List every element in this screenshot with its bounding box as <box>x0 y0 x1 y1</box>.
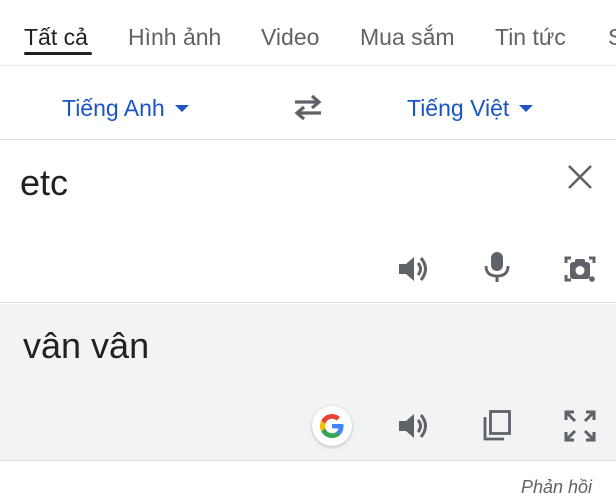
source-text-input[interactable]: etc <box>20 161 68 205</box>
language-selector-row: Tiếng Anh Tiếng Việt <box>0 70 616 140</box>
tab-shopping[interactable]: Mua sắm <box>360 22 455 52</box>
source-language-label: Tiếng Anh <box>62 95 165 121</box>
translation-result-text: vân vân <box>23 325 150 366</box>
tab-all[interactable]: Tất cả <box>24 22 88 52</box>
swap-arrows-icon[interactable] <box>291 92 325 122</box>
search-tabs: Tất cả Hình ảnh Video Mua sắm Tin tức S <box>0 0 616 66</box>
source-language-select[interactable]: Tiếng Anh <box>62 94 189 122</box>
source-text-panel: etc <box>0 141 616 303</box>
translation-result-panel: vân vân <box>0 304 616 461</box>
microphone-icon[interactable] <box>479 249 515 285</box>
copy-icon[interactable] <box>479 407 515 443</box>
translate-card: Tất cả Hình ảnh Video Mua sắm Tin tức S … <box>0 0 616 500</box>
feedback-link[interactable]: Phản hồi <box>521 476 592 498</box>
active-tab-underline <box>24 52 92 55</box>
chevron-down-icon <box>174 105 189 113</box>
chevron-down-icon <box>519 105 534 113</box>
google-logo-icon <box>312 406 352 446</box>
tab-images[interactable]: Hình ảnh <box>128 22 221 52</box>
tab-more-truncated[interactable]: S <box>608 22 616 52</box>
tab-video[interactable]: Video <box>261 22 319 52</box>
camera-search-icon[interactable] <box>562 251 598 287</box>
close-icon[interactable] <box>566 163 594 191</box>
speaker-icon[interactable] <box>396 408 432 444</box>
target-language-label: Tiếng Việt <box>407 95 510 121</box>
speaker-icon[interactable] <box>396 251 432 287</box>
tab-news[interactable]: Tin tức <box>495 22 566 52</box>
target-language-select[interactable]: Tiếng Việt <box>407 94 534 122</box>
fullscreen-icon[interactable] <box>562 408 598 444</box>
